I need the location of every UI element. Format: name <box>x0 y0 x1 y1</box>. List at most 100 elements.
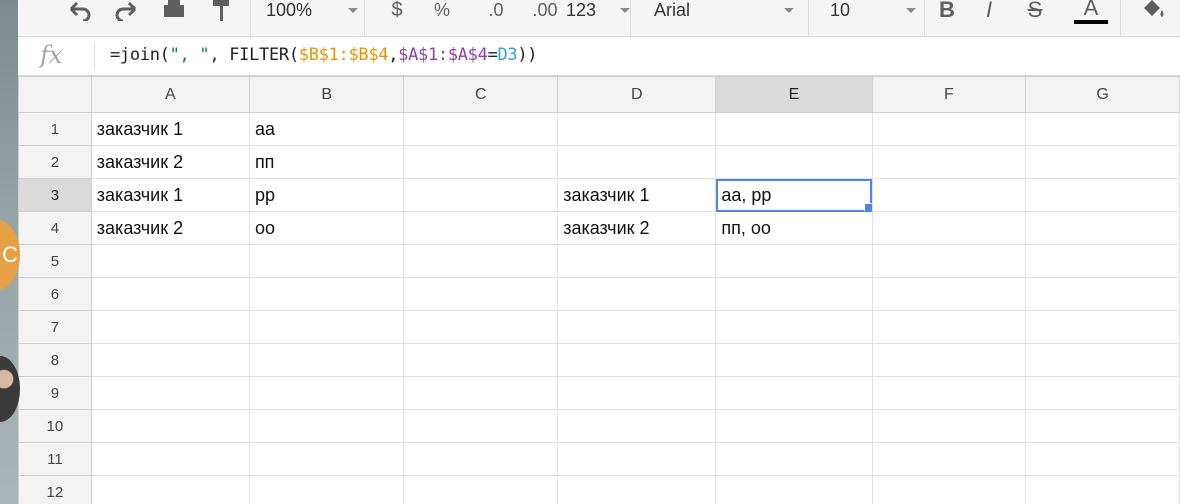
number-format-select[interactable]: 123 <box>566 0 630 28</box>
cell-b6[interactable] <box>248 277 405 311</box>
cell-d10[interactable] <box>557 409 717 443</box>
row-header-7[interactable]: 7 <box>18 310 92 344</box>
cell-a7[interactable] <box>90 310 250 344</box>
cell-b7[interactable] <box>248 310 405 344</box>
cell-g11[interactable] <box>1025 442 1180 476</box>
cell-d8[interactable] <box>557 343 717 377</box>
cell-e12[interactable] <box>715 475 873 504</box>
italic-button[interactable]: I <box>978 0 1000 28</box>
increase-decimals-button[interactable]: .00 <box>522 0 568 28</box>
cell-c4[interactable] <box>403 211 559 245</box>
row-header-8[interactable]: 8 <box>18 343 92 377</box>
cell-d2[interactable] <box>557 145 717 179</box>
bold-button[interactable]: B <box>936 0 958 28</box>
cell-f6[interactable] <box>871 277 1027 311</box>
print-button[interactable] <box>158 0 190 28</box>
cell-b10[interactable] <box>248 409 405 443</box>
font-select[interactable]: Arial <box>654 0 794 28</box>
row-header-11[interactable]: 11 <box>18 442 92 476</box>
row-header-12[interactable]: 12 <box>18 475 92 504</box>
column-header-a[interactable]: A <box>90 76 250 113</box>
cell-f8[interactable] <box>871 343 1027 377</box>
cell-d1[interactable] <box>557 112 717 146</box>
cell-b9[interactable] <box>248 376 405 410</box>
font-size-select[interactable]: 10 <box>830 0 916 28</box>
cell-f7[interactable] <box>871 310 1027 344</box>
cell-d6[interactable] <box>557 277 717 311</box>
column-header-c[interactable]: C <box>403 76 559 113</box>
redo-button[interactable] <box>110 0 142 28</box>
cell-f11[interactable] <box>871 442 1027 476</box>
row-header-9[interactable]: 9 <box>18 376 92 410</box>
percent-format-button[interactable]: % <box>428 0 456 28</box>
cell-d7[interactable] <box>557 310 717 344</box>
cell-c1[interactable] <box>403 112 559 146</box>
cell-a1[interactable]: заказчик 1 <box>90 112 250 146</box>
cell-a3[interactable]: заказчик 1 <box>90 178 250 212</box>
cell-g8[interactable] <box>1025 343 1180 377</box>
cell-a8[interactable] <box>90 343 250 377</box>
cell-a5[interactable] <box>90 244 250 278</box>
cell-f9[interactable] <box>871 376 1027 410</box>
cell-f4[interactable] <box>871 211 1027 245</box>
column-header-f[interactable]: F <box>871 76 1027 113</box>
cell-a2[interactable]: заказчик 2 <box>90 145 250 179</box>
column-header-g[interactable]: G <box>1025 76 1180 113</box>
cell-d12[interactable] <box>557 475 717 504</box>
cell-f12[interactable] <box>871 475 1027 504</box>
column-header-d[interactable]: D <box>557 76 717 113</box>
cell-g3[interactable] <box>1025 178 1180 212</box>
formula-input[interactable]: =join(", ", FILTER($B$1:$B$4,$A$1:$A$4=D… <box>110 45 538 65</box>
cell-b4[interactable]: оо <box>248 211 405 245</box>
cell-a11[interactable] <box>90 442 250 476</box>
cell-d3[interactable]: заказчик 1 <box>557 178 717 212</box>
cell-f5[interactable] <box>871 244 1027 278</box>
cell-e4[interactable]: пп, оо <box>715 211 873 245</box>
text-color-button[interactable]: A <box>1074 0 1108 28</box>
cell-b8[interactable] <box>248 343 405 377</box>
cell-e11[interactable] <box>715 442 873 476</box>
cell-a4[interactable]: заказчик 2 <box>90 211 250 245</box>
cell-d9[interactable] <box>557 376 717 410</box>
column-header-b[interactable]: B <box>248 76 405 113</box>
strikethrough-button[interactable]: S <box>1022 0 1048 28</box>
cell-e2[interactable] <box>715 145 873 179</box>
cell-e5[interactable] <box>715 244 873 278</box>
cell-a12[interactable] <box>90 475 250 504</box>
cell-c8[interactable] <box>403 343 559 377</box>
cell-b5[interactable] <box>248 244 405 278</box>
cell-b2[interactable]: пп <box>248 145 405 179</box>
cell-a6[interactable] <box>90 277 250 311</box>
cell-e6[interactable] <box>715 277 873 311</box>
cell-g5[interactable] <box>1025 244 1180 278</box>
cell-a10[interactable] <box>90 409 250 443</box>
row-header-4[interactable]: 4 <box>18 211 92 245</box>
cell-g10[interactable] <box>1025 409 1180 443</box>
cell-g4[interactable] <box>1025 211 1180 245</box>
cell-d11[interactable] <box>557 442 717 476</box>
cell-e9[interactable] <box>715 376 873 410</box>
cell-c10[interactable] <box>403 409 559 443</box>
row-header-1[interactable]: 1 <box>18 112 92 146</box>
row-header-6[interactable]: 6 <box>18 277 92 311</box>
cell-f2[interactable] <box>871 145 1027 179</box>
cell-g7[interactable] <box>1025 310 1180 344</box>
cell-c5[interactable] <box>403 244 559 278</box>
cell-b12[interactable] <box>248 475 405 504</box>
paint-format-button[interactable] <box>206 0 238 28</box>
cell-g6[interactable] <box>1025 277 1180 311</box>
cell-c6[interactable] <box>403 277 559 311</box>
fill-handle[interactable] <box>863 203 871 211</box>
cell-e7[interactable] <box>715 310 873 344</box>
cell-b11[interactable] <box>248 442 405 476</box>
cell-b1[interactable]: аа <box>248 112 405 146</box>
cell-f3[interactable] <box>871 178 1027 212</box>
cell-d4[interactable]: заказчик 2 <box>557 211 717 245</box>
select-all-corner[interactable] <box>18 76 92 113</box>
undo-button[interactable] <box>64 0 96 28</box>
cell-g12[interactable] <box>1025 475 1180 504</box>
currency-format-button[interactable]: $ <box>384 0 410 28</box>
decrease-decimals-button[interactable]: .0 <box>476 0 516 28</box>
row-header-10[interactable]: 10 <box>18 409 92 443</box>
cell-f1[interactable] <box>871 112 1027 146</box>
